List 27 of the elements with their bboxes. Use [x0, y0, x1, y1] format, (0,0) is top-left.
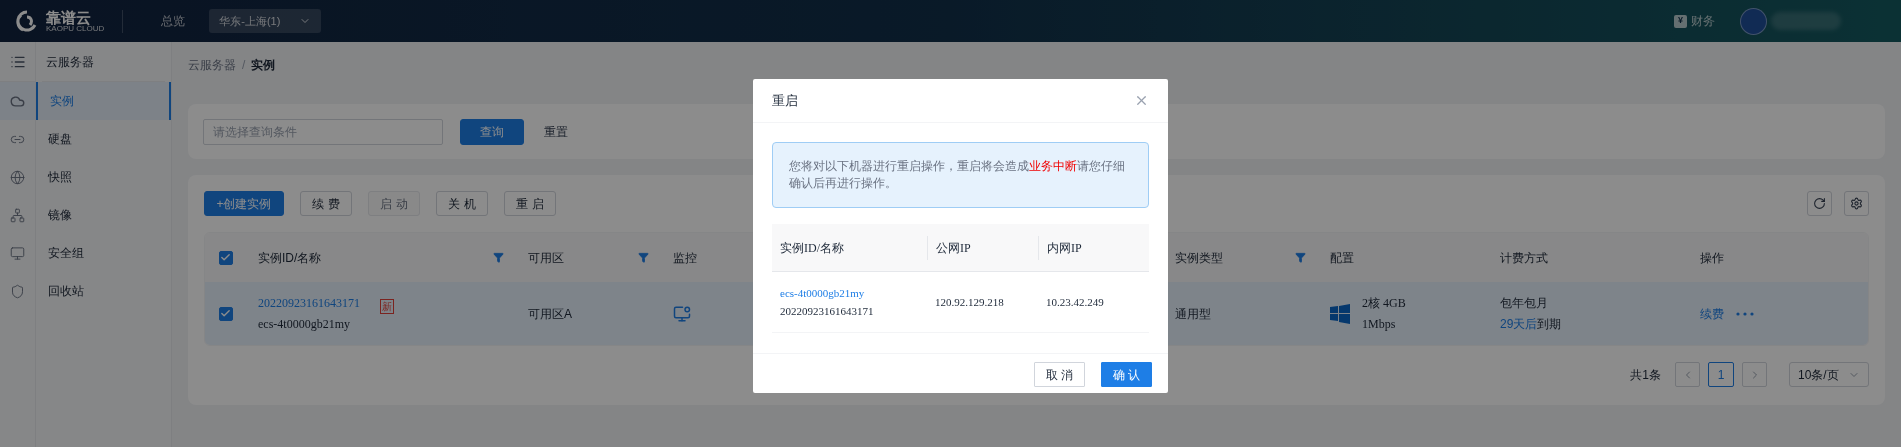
column-header: 计费方式 [1500, 249, 1549, 267]
type-text: 通用型 [1175, 305, 1211, 323]
column-header: 公网IP [936, 239, 971, 257]
notice-text: 您将对以下机器进行重启操作，重启将会造成业务中断请您仔细确认后再进行操作。 [789, 158, 1126, 192]
config-text: 2核 4GB [1362, 295, 1406, 312]
logo-subtitle: KAOPU CLOUD [46, 24, 105, 33]
config-text: 1Mbps [1362, 316, 1397, 333]
total-count: 共1条 [1630, 366, 1661, 384]
instance-id: 20220923161643171 [780, 304, 875, 319]
sidebar-title: 云服务器 [46, 53, 94, 71]
private-ip: 10.23.42.249 [1045, 294, 1105, 310]
logo-name: 靠谱云 [46, 9, 92, 25]
breadcrumb-separator: / [242, 57, 246, 74]
column-header: 配置 [1330, 249, 1355, 267]
billing-text: 包年包月 [1500, 295, 1549, 312]
instance-name: ecs-4t0000gb21my [258, 316, 351, 333]
column-header: 实例ID/名称 [780, 239, 844, 257]
breadcrumb-item: 实例 [251, 57, 276, 74]
expiry-text: 29天后到期 [1500, 316, 1562, 333]
column-header: 内网IP [1047, 239, 1082, 257]
public-ip: 120.92.129.218 [934, 294, 1005, 310]
zone-text: 可用区A [528, 305, 572, 323]
new-tag: 新 [380, 299, 394, 314]
dialog-title: 重启 [772, 91, 798, 110]
column-header: 操作 [1700, 249, 1725, 267]
yen-icon: ¥ [1674, 14, 1687, 28]
column-header: 监控 [673, 249, 698, 267]
